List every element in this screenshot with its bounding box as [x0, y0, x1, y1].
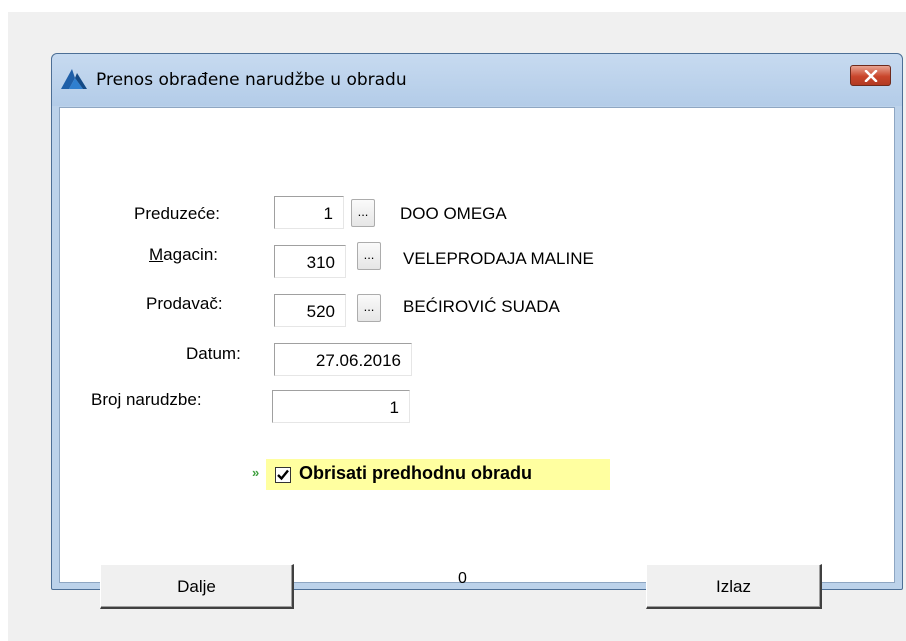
- prodavac-label: Prodavač:: [146, 294, 223, 313]
- prodavac-browse-button[interactable]: ...: [357, 294, 381, 322]
- progress-counter: 0: [458, 570, 467, 587]
- preduzece-description: DOO OMEGA: [400, 204, 507, 223]
- prodavac-input[interactable]: 520: [274, 294, 346, 327]
- app-logo-icon: [61, 69, 87, 91]
- obrisati-checkbox-row[interactable]: » Obrisati predhodnu obradu: [252, 459, 610, 490]
- preduzece-label: Preduzeće:: [134, 204, 220, 223]
- magacin-label: Magacin:: [149, 245, 218, 264]
- title-bar[interactable]: Prenos obrađene narudžbe u obradu: [52, 54, 902, 106]
- obrisati-checkbox[interactable]: [275, 467, 291, 483]
- window-title: Prenos obrađene narudžbe u obradu: [96, 70, 407, 90]
- checkmark-icon: [277, 469, 289, 481]
- close-button[interactable]: [850, 65, 891, 86]
- preduzece-browse-button[interactable]: ...: [351, 199, 375, 227]
- obrisati-checkbox-label: Obrisati predhodnu obradu: [299, 463, 532, 483]
- broj-narudzbe-label: Broj narudzbe:: [91, 390, 202, 409]
- magacin-browse-button[interactable]: ...: [357, 242, 381, 270]
- dialog-window: Prenos obrađene narudžbe u obradu Preduz…: [51, 53, 903, 609]
- preduzece-input[interactable]: 1: [274, 196, 344, 229]
- broj-narudzbe-input[interactable]: 1: [272, 390, 410, 423]
- dalje-button[interactable]: Dalje: [100, 564, 294, 609]
- magacin-description: VELEPRODAJA MALINE: [403, 249, 594, 268]
- izlaz-button[interactable]: Izlaz: [646, 564, 822, 609]
- dialog-client-area: Preduzeće: 1 ... DOO OMEGA Magacin: 310 …: [59, 107, 895, 609]
- close-icon: [864, 70, 878, 82]
- datum-label: Datum:: [186, 344, 241, 363]
- datum-input[interactable]: 27.06.2016: [274, 343, 412, 376]
- prodavac-description: BEĆIROVIĆ SUADA: [403, 297, 560, 316]
- magacin-input[interactable]: 310: [274, 245, 346, 278]
- focus-marker-icon: »: [252, 465, 260, 480]
